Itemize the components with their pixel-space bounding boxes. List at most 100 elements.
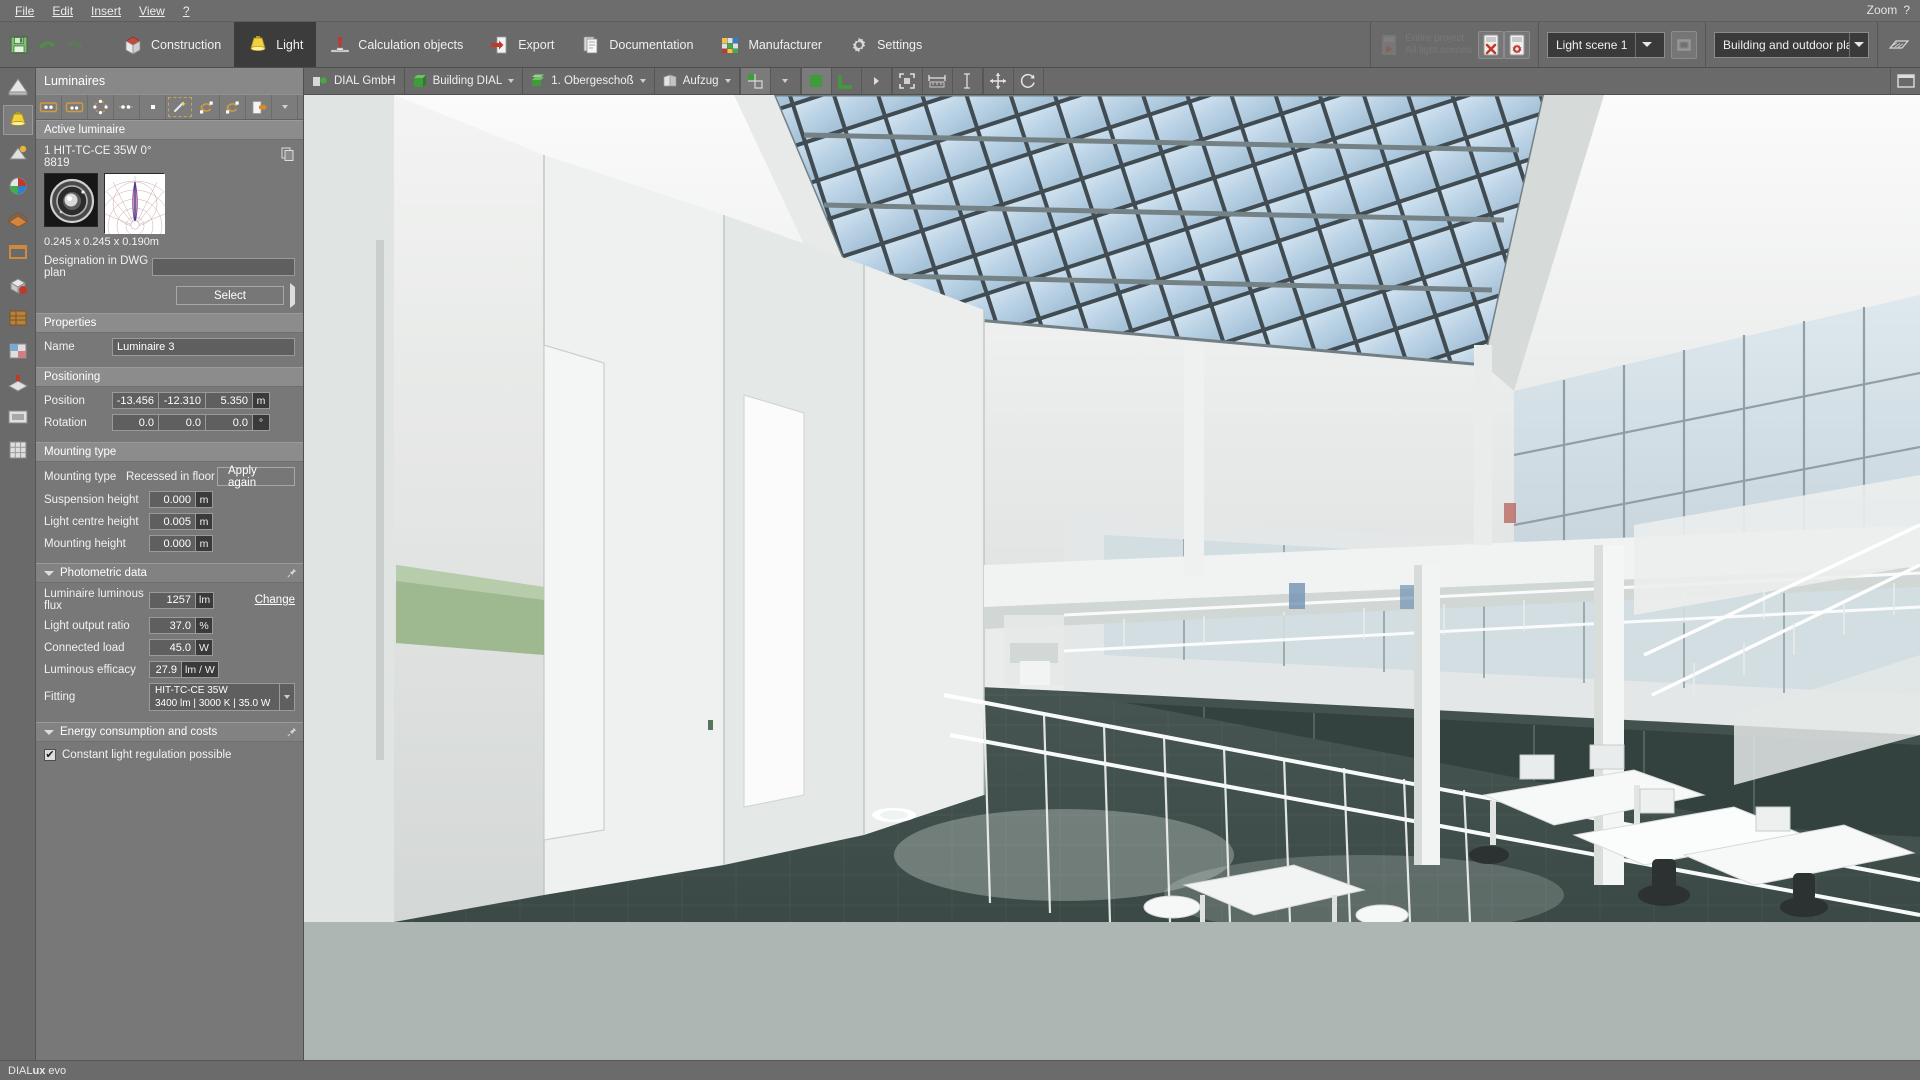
- section-photometric-data[interactable]: Photometric data: [36, 563, 303, 583]
- render-mode-dropdown[interactable]: [862, 68, 892, 94]
- calculation-settings-button[interactable]: [1504, 30, 1530, 59]
- import-luminaire-dropdown[interactable]: [272, 95, 298, 119]
- rotation-z-input[interactable]: 0.0: [206, 414, 253, 431]
- rail-item-furniture[interactable]: [3, 204, 33, 234]
- place-luminaire-pair-button[interactable]: [62, 95, 88, 119]
- light-centre-height-input[interactable]: 0.005: [149, 513, 196, 530]
- rail-item-luminaires[interactable]: [2, 105, 33, 135]
- copy-luminaire-button[interactable]: [281, 145, 295, 161]
- change-link[interactable]: Change: [255, 594, 295, 606]
- place-luminaire-circle-button[interactable]: [88, 95, 114, 119]
- breadcrumb-storey[interactable]: 1. Obergeschoß: [523, 68, 655, 94]
- constant-light-regulation-checkbox[interactable]: ✔: [44, 749, 56, 761]
- cancel-calculation-button[interactable]: [1478, 30, 1504, 59]
- rail-item-viewport[interactable]: [3, 402, 33, 432]
- rail-item-calc-surface[interactable]: [3, 336, 33, 366]
- place-luminaire-line-button[interactable]: [114, 95, 140, 119]
- pin-icon[interactable]: [287, 727, 297, 737]
- tab-settings[interactable]: Settings: [835, 22, 935, 67]
- tab-export[interactable]: Export: [476, 22, 567, 67]
- fullscreen-button[interactable]: [1890, 68, 1920, 94]
- render-solid-button[interactable]: [801, 68, 832, 94]
- fitting-dropdown-arrow[interactable]: [280, 683, 295, 711]
- breadcrumb-dial-gmbh[interactable]: DIAL GmbH: [304, 68, 405, 94]
- tab-documentation[interactable]: Documentation: [567, 22, 706, 67]
- exchange-luminaire-button[interactable]: [194, 95, 220, 119]
- rail-item-objects[interactable]: [3, 270, 33, 300]
- redo-button[interactable]: [62, 31, 88, 59]
- render-wire-button[interactable]: [832, 68, 862, 94]
- menu-item-file-label: File: [15, 3, 35, 18]
- chevron-down-icon[interactable]: [1849, 32, 1868, 57]
- position-unit: m: [253, 392, 270, 409]
- position-z-input[interactable]: 5.350: [206, 392, 253, 409]
- position-y-input[interactable]: -12.310: [159, 392, 206, 409]
- rail-item-workplane[interactable]: [3, 369, 33, 399]
- save-icon: [10, 36, 28, 53]
- luminous-flux-input[interactable]: 1257: [149, 591, 196, 609]
- tab-calculation-objects[interactable]: Calculation objects: [316, 22, 476, 67]
- dwg-designation-input[interactable]: [152, 258, 295, 276]
- rotation-x-input[interactable]: 0.0: [112, 414, 159, 431]
- breadcrumb-building-dial[interactable]: Building DIAL: [405, 68, 524, 94]
- light-output-ratio-input[interactable]: 37.0: [149, 617, 196, 634]
- apply-again-button[interactable]: Apply again: [217, 465, 295, 489]
- status-brand-mid: ux: [32, 1064, 46, 1077]
- rail-item-plan[interactable]: [3, 72, 33, 102]
- select-button[interactable]: Select: [176, 286, 284, 305]
- toggle-right-panel-button[interactable]: [1886, 31, 1912, 59]
- mounting-height-input[interactable]: 0.000: [149, 535, 196, 552]
- rail-item-daylight[interactable]: [3, 138, 33, 168]
- rail-item-room[interactable]: [3, 237, 33, 267]
- start-calculation-button[interactable]: Entire project All light scenes: [1379, 33, 1478, 57]
- light-scene-select[interactable]: Light scene 1: [1547, 31, 1665, 58]
- measure-vertical-button[interactable]: [953, 68, 983, 94]
- rotation-y-input[interactable]: 0.0: [159, 414, 206, 431]
- measure-horizontal-button[interactable]: [923, 68, 953, 94]
- light-scene-manage-button[interactable]: [1671, 30, 1697, 59]
- menu-item-edit[interactable]: Edit: [43, 1, 82, 21]
- undo-icon: [39, 40, 56, 49]
- 3d-scene-render[interactable]: [304, 95, 1920, 1060]
- undo-button[interactable]: [34, 31, 60, 59]
- fit-to-screen-button[interactable]: [893, 68, 923, 94]
- fitting-value[interactable]: HIT-TC-CE 35W 3400 lm | 3000 K | 35.0 W: [149, 683, 280, 711]
- chevron-down-icon[interactable]: [724, 79, 731, 83]
- menu-item-help[interactable]: ?: [174, 1, 199, 21]
- pin-icon[interactable]: [287, 568, 297, 578]
- rail-item-colours[interactable]: [3, 171, 33, 201]
- position-x-input[interactable]: -13.456: [112, 392, 159, 409]
- select-dropdown-arrow[interactable]: [290, 282, 295, 308]
- breadcrumb-room[interactable]: Aufzug: [655, 68, 740, 94]
- menu-item-insert[interactable]: Insert: [82, 1, 130, 21]
- exchange-all-luminaires-button[interactable]: [220, 95, 246, 119]
- chevron-down-icon[interactable]: [639, 79, 646, 83]
- render-solid-icon: [810, 75, 823, 87]
- chevron-down-icon[interactable]: [508, 79, 515, 83]
- menu-item-view[interactable]: View: [130, 1, 174, 21]
- tab-construction[interactable]: Construction: [109, 22, 234, 67]
- rotate-button[interactable]: [1014, 68, 1044, 94]
- view-mode-button[interactable]: [740, 68, 771, 94]
- luminaire-wizard-button[interactable]: [168, 97, 192, 117]
- save-button[interactable]: [6, 31, 32, 59]
- tab-light[interactable]: Light: [234, 22, 317, 67]
- view-selector[interactable]: Building and outdoor pla...: [1714, 31, 1869, 58]
- menu-item-file[interactable]: File: [6, 1, 43, 21]
- section-energy-consumption[interactable]: Energy consumption and costs: [36, 722, 303, 742]
- name-input[interactable]: Luminaire 3: [112, 338, 295, 356]
- luminous-flux-unit: lm: [196, 591, 215, 609]
- import-luminaire-button[interactable]: [246, 95, 272, 119]
- move-button[interactable]: [984, 68, 1014, 94]
- chevron-down-icon[interactable]: [1635, 32, 1658, 57]
- place-luminaire-point-button[interactable]: [140, 95, 166, 119]
- active-luminaire-article-no: 8819: [44, 157, 70, 169]
- view-mode-dropdown[interactable]: [771, 68, 801, 94]
- rail-item-grid[interactable]: [3, 435, 33, 465]
- rail-item-materials[interactable]: [3, 303, 33, 333]
- measure-vertical-icon: [964, 73, 971, 89]
- connected-load-input[interactable]: 45.0: [149, 639, 196, 656]
- tab-manufacturer[interactable]: Manufacturer: [706, 22, 835, 67]
- place-single-luminaire-button[interactable]: [36, 95, 62, 119]
- suspension-height-input[interactable]: 0.000: [149, 491, 196, 508]
